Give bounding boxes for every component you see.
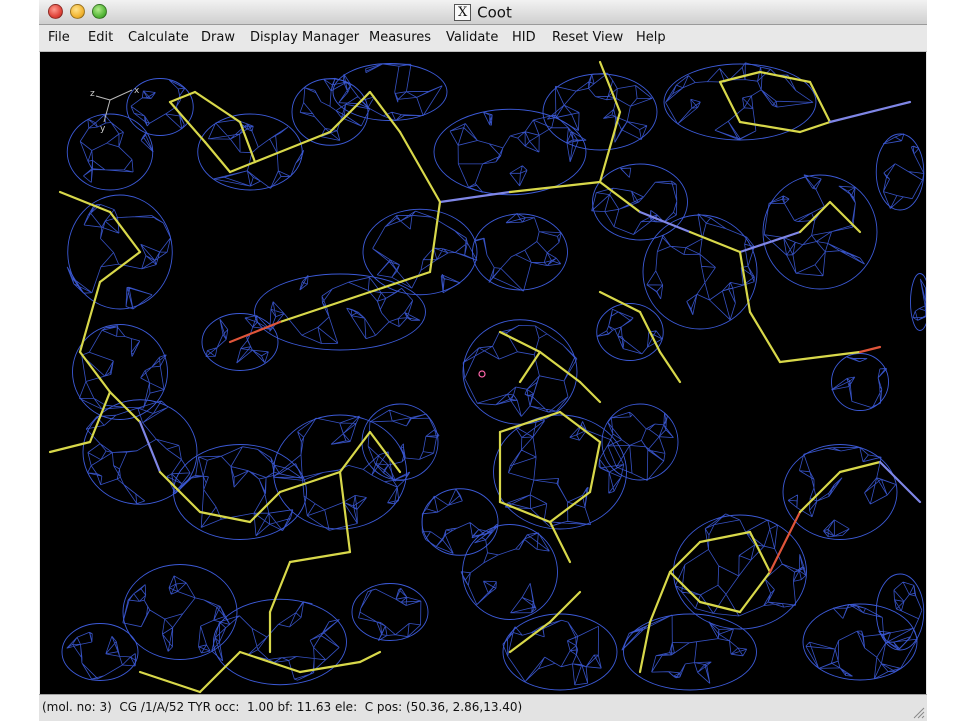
menu-edit[interactable]: Edit bbox=[88, 30, 113, 45]
resize-grip-icon[interactable] bbox=[911, 705, 925, 719]
menu-calculate[interactable]: Calculate bbox=[128, 30, 189, 45]
title-bar[interactable]: X Coot bbox=[39, 0, 927, 25]
z-axis-line bbox=[95, 95, 111, 101]
graphics-viewport[interactable]: x y z bbox=[40, 52, 926, 694]
rotation-centre-marker bbox=[478, 370, 486, 378]
x-axis-line bbox=[109, 89, 133, 101]
window-title-group: X Coot bbox=[39, 3, 927, 22]
x-axis-label: x bbox=[134, 86, 140, 96]
menu-display-manager[interactable]: Display Manager bbox=[250, 30, 359, 45]
menu-draw[interactable]: Draw bbox=[201, 30, 235, 45]
atom-info-status: (mol. no: 3) CG /1/A/52 TYR occ: 1.00 bf… bbox=[42, 700, 523, 714]
z-axis-label: z bbox=[90, 89, 95, 99]
menu-file[interactable]: File bbox=[48, 30, 70, 45]
electron-density-scene[interactable]: x y z bbox=[40, 52, 926, 694]
coot-window: X Coot File Edit Calculate Draw Display M… bbox=[39, 0, 927, 721]
x11-logo-icon: X bbox=[454, 4, 472, 21]
menu-help[interactable]: Help bbox=[636, 30, 666, 45]
y-axis-label: y bbox=[100, 124, 106, 134]
y-axis-line bbox=[103, 99, 111, 123]
menu-hid[interactable]: HID bbox=[512, 30, 536, 45]
window-title: Coot bbox=[477, 3, 512, 22]
menu-validate[interactable]: Validate bbox=[446, 30, 498, 45]
menu-measures[interactable]: Measures bbox=[369, 30, 431, 45]
density-map-mesh bbox=[61, 62, 926, 691]
menu-reset-view[interactable]: Reset View bbox=[552, 30, 623, 45]
status-bar: (mol. no: 3) CG /1/A/52 TYR occ: 1.00 bf… bbox=[39, 694, 927, 721]
menu-bar: File Edit Calculate Draw Display Manager… bbox=[39, 25, 927, 52]
